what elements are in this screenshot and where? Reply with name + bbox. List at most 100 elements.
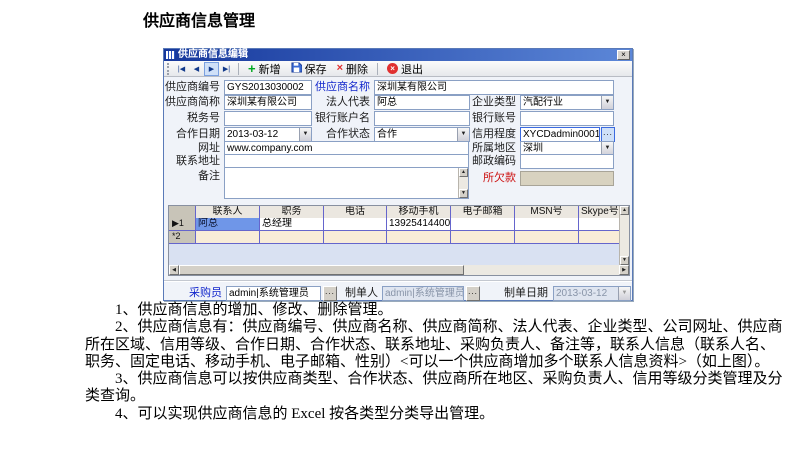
row-marker[interactable]: *2 [169,231,196,244]
first-record-button[interactable]: |◀ [174,62,189,76]
add-icon: + [248,63,256,74]
tax-no-field[interactable] [224,111,312,126]
company-type-value: 汽配行业 [523,97,563,108]
cell-contact[interactable] [196,231,260,244]
doc-paragraph: 3、供应商信息可以按供应商类型、合作状态、供应商所在地区、采购负责人、信用等级分… [85,371,787,406]
make-date-label: 制单日期 [500,286,548,301]
dialog-titlebar[interactable]: 供应商信息编辑 × [164,49,632,61]
exit-icon: × [387,63,398,74]
next-record-button[interactable]: ▶ [204,62,219,76]
supplier-edit-dialog: 供应商信息编辑 × |◀ ◀ ▶ ▶| + 新增 保存 × 删除 [163,48,633,301]
company-type-label: 企业类型 [470,95,516,110]
bank-no-field[interactable] [520,111,614,126]
cell-phone[interactable] [324,218,387,231]
cell-skype[interactable] [579,218,621,231]
coop-status-combobox[interactable]: 合作 ▼ [374,127,470,142]
buyer-label: 采购员 [178,286,222,301]
legal-rep-field[interactable]: 阿总 [374,95,470,110]
scroll-right-icon[interactable]: ▶ [619,265,629,275]
cell-mobile[interactable] [387,231,451,244]
dialog-icon [166,51,175,59]
exit-button-label: 退出 [401,61,423,77]
region-value: 深圳 [523,143,543,154]
dialog-toolbar: |◀ ◀ ▶ ▶| + 新增 保存 × 删除 × 退出 [164,61,632,77]
add-button-label: 新增 [259,61,281,77]
maker-browse-button[interactable]: ... [466,286,480,301]
prev-record-button[interactable]: ◀ [189,62,204,76]
coop-date-picker[interactable]: 2013-03-12 ▼ [224,127,312,142]
postcode-field[interactable] [520,154,614,169]
maker-field: admin|系统管理员 [382,286,464,301]
scroll-down-icon[interactable]: ▼ [459,189,468,198]
cell-msn[interactable] [515,218,579,231]
company-type-combobox[interactable]: 汽配行业 ▼ [520,95,614,110]
cell-email[interactable] [451,231,515,244]
short-name-field[interactable]: 深圳某有限公司 [224,95,312,110]
cell-title[interactable]: 总经理 [260,218,324,231]
toolbar-separator [377,63,378,75]
make-date-picker: 2013-03-12 ▼ [553,286,631,301]
scroll-down-icon[interactable]: ▼ [620,256,629,265]
dropdown-arrow-icon[interactable]: ▼ [457,127,470,142]
grid-vertical-scrollbar[interactable]: ▲ ▼ [619,206,629,265]
dropdown-arrow-icon[interactable]: ▼ [299,127,312,142]
close-icon[interactable]: × [617,50,630,60]
supplier-no-label: 供应商编号 [164,80,220,95]
page-title: 供应商信息管理 [143,7,255,31]
description-text: 1、供应商信息的增加、修改、删除管理。 2、供应商信息有：供应商编号、供应商名称… [85,302,787,423]
coop-status-value: 合作 [377,129,397,140]
last-record-button[interactable]: ▶| [219,62,234,76]
cell-mobile[interactable]: 13925414400 [387,218,451,231]
delete-button[interactable]: × 删除 [332,61,373,76]
coop-date-label: 合作日期 [164,127,220,142]
scroll-up-icon[interactable]: ▲ [620,206,629,215]
save-icon [291,62,302,76]
toolbar-grip-icon [167,63,170,75]
cell-skype[interactable] [579,231,621,244]
exit-button[interactable]: × 退出 [382,61,428,76]
bank-no-label: 银行账号 [470,111,516,126]
postcode-label: 邮政编码 [470,154,516,169]
save-button[interactable]: 保存 [286,61,332,76]
credit-browse-button[interactable]: ... [601,127,615,142]
add-button[interactable]: + 新增 [243,61,286,76]
doc-paragraph: 1、供应商信息的增加、修改、删除管理。 [85,302,787,319]
doc-paragraph: 4、可以实现供应商信息的 Excel 按各类型分类导出管理。 [85,406,787,423]
supplier-name-label: 供应商名称 [314,80,370,95]
cell-email[interactable] [451,218,515,231]
dialog-title: 供应商信息编辑 [178,49,248,61]
toolbar-separator [238,63,239,75]
dropdown-arrow-icon[interactable]: ▼ [601,95,614,110]
credit-field[interactable]: XYCDadmin0001|A [520,127,600,142]
grid-horizontal-scrollbar[interactable]: ◀ ▶ [169,265,629,275]
buyer-browse-button[interactable]: ... [323,286,337,301]
remark-textarea[interactable]: ▲ ▼ [224,167,469,199]
debt-field [520,171,614,186]
credit-label: 信用程度 [470,127,516,142]
remark-label: 备注 [164,169,220,184]
delete-button-label: 删除 [346,61,368,77]
cell-title[interactable] [260,231,324,244]
contact-new-row: *2 [169,231,621,244]
make-date-value: 2013-03-12 [556,288,607,299]
debt-label: 所欠款 [464,171,516,186]
scroll-left-icon[interactable]: ◀ [169,265,179,275]
delete-icon: × [337,63,343,74]
row-marker[interactable]: ▶1 [169,218,196,231]
dropdown-arrow-icon: ▼ [618,286,631,301]
bank-name-field[interactable] [374,111,470,126]
tax-no-label: 税务号 [164,111,220,126]
scrollbar-thumb[interactable] [179,265,464,275]
supplier-no-field[interactable]: GYS2013030002 [224,80,312,95]
cell-contact[interactable]: 阿总 [196,218,260,231]
cell-phone[interactable] [324,231,387,244]
document-page: 供应商信息管理 供应商信息编辑 × |◀ ◀ ▶ ▶| + 新增 保存 × [0,0,796,462]
supplier-name-field[interactable]: 深圳某有限公司 [374,80,614,95]
contact-row: ▶1 阿总 总经理 13925414400 [169,218,621,231]
coop-date-value: 2013-03-12 [227,129,278,140]
cell-msn[interactable] [515,231,579,244]
contacts-grid: 联系人 职务 电话 移动手机 电子邮箱 MSN号 Skype号 ▶1 阿总 总经… [168,205,630,276]
coop-status-label: 合作状态 [314,127,370,142]
bank-name-label: 银行账户名 [314,111,370,126]
buyer-field[interactable]: admin|系统管理员 [226,286,321,301]
